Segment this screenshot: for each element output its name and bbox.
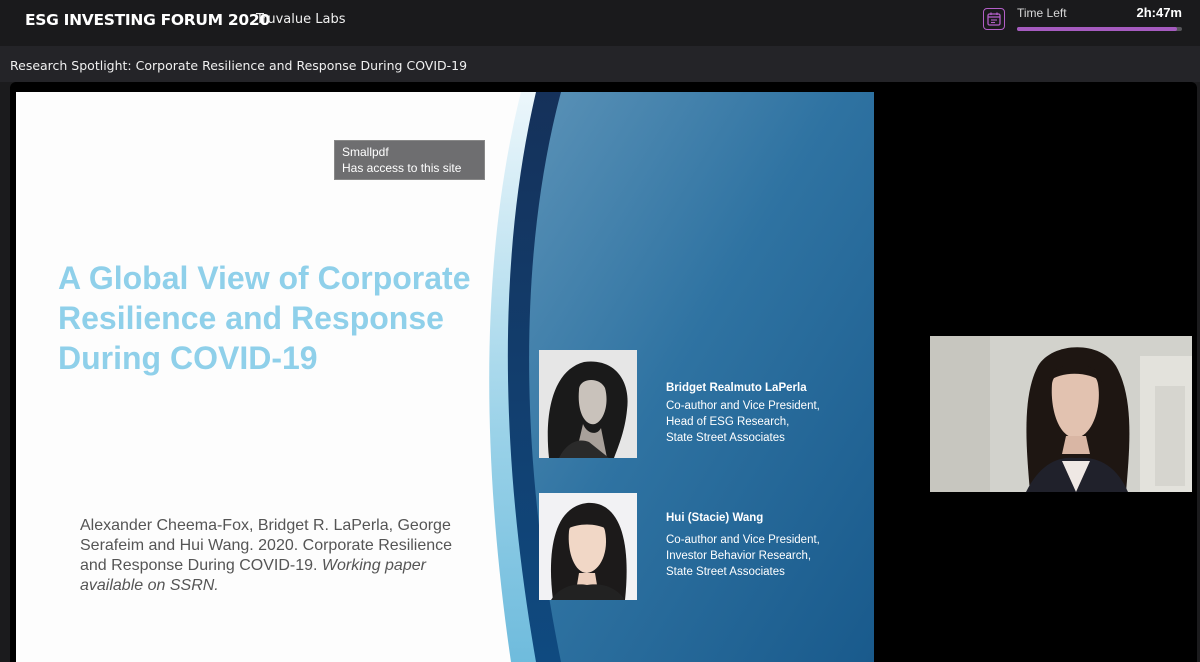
speaker-webcam[interactable] [930,336,1192,492]
speaker-video-frame [930,336,1192,492]
session-header: Research Spotlight: Corporate Resilience… [0,46,1200,82]
session-title: Research Spotlight: Corporate Resilience… [10,58,468,73]
slide-citation: Alexander Cheema-Fox, Bridget R. LaPerla… [80,516,460,596]
tooltip-text: Has access to this site [342,161,462,175]
organizer-name[interactable]: Truvalue Labs [256,12,346,27]
author-photo-wang [539,493,637,600]
author-role-line: State Street Associates [666,432,785,444]
slide-title: A Global View of Corporate Resilience an… [58,258,518,378]
author-role: Co-author and Vice President, Investor B… [666,532,866,580]
time-left-label: Time Left [1017,6,1067,20]
author-role-line: Co-author and Vice President, [666,400,820,412]
time-progress-fill [1017,27,1178,31]
extension-tooltip: Smallpdf Has access to this site [334,140,485,180]
author-name: Bridget Realmuto LaPerla [666,382,807,394]
author-role: Co-author and Vice President, Head of ES… [666,398,866,446]
author-role-line: Head of ESG Research, [666,416,790,428]
slide-title-line: Resilience and Response [58,300,444,336]
top-bar: ESG INVESTING FORUM 2020 Truvalue Labs T… [0,0,1200,46]
time-progress-bar [1017,27,1182,31]
event-title: ESG INVESTING FORUM 2020 [25,11,270,29]
time-left-value: 2h:47m [1136,5,1182,20]
tooltip-title: Smallpdf [342,145,389,159]
author-role-line: Co-author and Vice President, [666,534,820,546]
author-role-line: Investor Behavior Research, [666,550,812,562]
slide-title-line: A Global View of Corporate [58,260,471,296]
author-name: Hui (Stacie) Wang [666,512,764,524]
slide-title-line: During COVID-19 [58,340,318,376]
calendar-icon [987,12,1001,26]
author-photo-laperla [539,350,637,458]
author-role-line: State Street Associates [666,566,785,578]
agenda-button[interactable] [983,8,1005,30]
